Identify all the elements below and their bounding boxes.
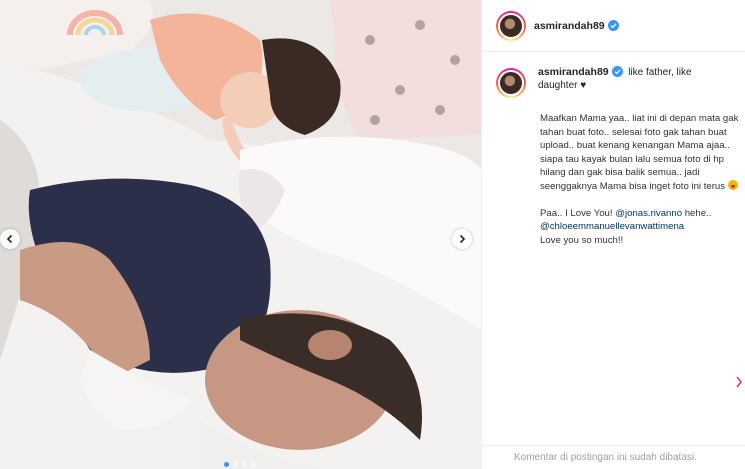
- avatar[interactable]: [496, 10, 526, 41]
- header-username[interactable]: asmirandah89: [534, 20, 605, 32]
- verified-badge-icon: [607, 20, 619, 31]
- chevron-left-icon: [6, 234, 13, 244]
- caption-text: Love you so much!!: [540, 234, 624, 246]
- mention-link[interactable]: @jonas.rivanno: [615, 208, 682, 219]
- chevron-right-icon: [459, 234, 466, 244]
- caption-paragraph: Paa.. I Love You! @jonas.rivanno hehe.. …: [540, 207, 740, 248]
- caption-text: hehe..: [684, 207, 712, 219]
- caption-text: Paa.. I Love You!: [540, 207, 613, 219]
- caption-avatar[interactable]: [496, 68, 526, 98]
- chevron-right-icon[interactable]: [736, 376, 742, 388]
- caption-text: Maafkan Mama yaa.. liat ini di depan mat…: [540, 113, 739, 192]
- instagram-post: asmirandah89 asmirandah89 like father, l…: [0, 0, 745, 469]
- post-photo[interactable]: [0, 0, 481, 469]
- carousel-indicator: [224, 462, 256, 467]
- verified-badge-icon: [612, 66, 624, 77]
- comments-disabled-text: Komentar di postingan ini sudah dibatasi…: [514, 452, 697, 463]
- caption-paragraph: Maafkan Mama yaa.. liat ini di depan mat…: [540, 112, 740, 194]
- carousel-dot: [233, 462, 238, 467]
- carousel-dot: [224, 462, 229, 467]
- carousel-dot: [242, 462, 247, 467]
- caption-username[interactable]: asmirandah89: [538, 66, 609, 78]
- next-slide-button[interactable]: [452, 229, 472, 249]
- post-header: asmirandah89: [482, 0, 745, 52]
- comments-disabled-notice: Komentar di postingan ini sudah dibatasi…: [482, 445, 745, 469]
- mention-link[interactable]: @chloeemmanuellevanwattimena: [540, 221, 684, 232]
- caption-body: Maafkan Mama yaa.. liat ini di depan mat…: [540, 112, 740, 247]
- previous-slide-button[interactable]: [0, 229, 20, 249]
- sleeping-father-daughter-photo: [0, 0, 481, 469]
- caption: asmirandah89 like father, like daughter …: [482, 52, 745, 247]
- carousel-dot: [251, 462, 256, 467]
- post-side-panel: asmirandah89 asmirandah89 like father, l…: [481, 0, 745, 469]
- emoji-icon: [727, 179, 738, 190]
